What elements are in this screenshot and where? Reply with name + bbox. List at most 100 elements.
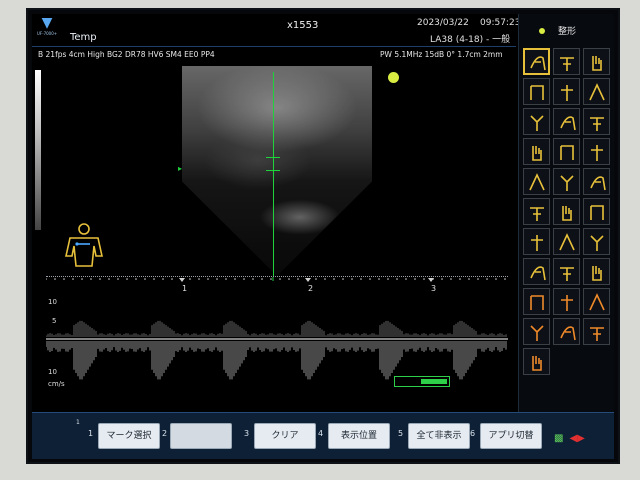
bodymark-cell[interactable] bbox=[553, 78, 580, 105]
velocity-scale-bottom: 10 bbox=[48, 368, 57, 376]
bodymark-cell[interactable] bbox=[553, 318, 580, 345]
bodymark-knee-front-icon bbox=[530, 207, 544, 221]
bodymark-cell[interactable] bbox=[553, 138, 580, 165]
focus-marker-icon: ▸ bbox=[178, 164, 183, 173]
time-tick bbox=[396, 278, 398, 280]
record-status-icon[interactable]: ◀▶ bbox=[569, 433, 584, 444]
app-label: Temp bbox=[70, 32, 97, 43]
bodymark-cell[interactable] bbox=[583, 288, 610, 315]
time-tick bbox=[459, 278, 461, 280]
doppler-cursor-line[interactable] bbox=[273, 72, 274, 277]
bodymark-knee-icon bbox=[590, 176, 606, 191]
softkey-2-button[interactable] bbox=[170, 423, 232, 449]
time-tick bbox=[369, 278, 371, 280]
probe-orientation-marker bbox=[388, 72, 399, 83]
bodymark-hand-grip-icon bbox=[560, 326, 576, 341]
bodymark-cell[interactable] bbox=[583, 198, 610, 225]
grayscale-bar bbox=[35, 70, 41, 230]
bodymark-cell[interactable] bbox=[553, 168, 580, 195]
bodymark-toes-icon bbox=[592, 266, 602, 281]
panel-title: 整形 bbox=[557, 27, 576, 37]
bodymark-hand-icon bbox=[592, 56, 602, 71]
bodymark-cell[interactable] bbox=[583, 78, 610, 105]
bodymark-cell[interactable] bbox=[523, 258, 550, 285]
bodymark-cell[interactable] bbox=[583, 108, 610, 135]
bodymark-cell[interactable] bbox=[523, 48, 550, 75]
time-tick bbox=[99, 278, 101, 280]
time-tick bbox=[234, 278, 236, 280]
bodymark-cell[interactable] bbox=[523, 138, 550, 165]
bodymark-cell[interactable] bbox=[523, 168, 550, 195]
sweep-speed-indicator bbox=[394, 376, 450, 387]
bodymark-cell[interactable] bbox=[523, 348, 550, 375]
bodymark-cell[interactable] bbox=[523, 78, 550, 105]
time-tick bbox=[378, 278, 380, 280]
time-tick bbox=[126, 278, 128, 280]
time-tick bbox=[414, 278, 416, 280]
time-mark-label: 1 bbox=[182, 284, 187, 293]
bodymark-cell[interactable] bbox=[583, 318, 610, 345]
time-tick bbox=[153, 278, 155, 280]
bodymark-cell[interactable] bbox=[523, 318, 550, 345]
time-tick bbox=[504, 278, 506, 280]
bodymark-ankle-icon bbox=[590, 205, 604, 220]
bodymark-shoulder-arm-icon bbox=[560, 57, 574, 71]
time-tick bbox=[387, 278, 389, 280]
time-tick bbox=[423, 278, 425, 280]
bodymark-forearm-side-icon bbox=[560, 145, 574, 160]
bodymark-cell[interactable] bbox=[583, 258, 610, 285]
spectral-doppler: 1 2 3 bbox=[46, 276, 508, 391]
time-tick bbox=[315, 278, 317, 280]
hide-all-button[interactable]: 全て非表示 bbox=[408, 423, 470, 449]
bodymark-hand-spread-icon bbox=[590, 327, 604, 341]
bodymark-shoulder-icon bbox=[530, 56, 546, 71]
bodymark-cell[interactable] bbox=[553, 48, 580, 75]
display-position-button[interactable]: 表示位置 bbox=[328, 423, 390, 449]
bodymark-cell[interactable] bbox=[553, 108, 580, 135]
bmode-parameters: B 21fps 4cm High BG2 DR78 HV6 SM4 EE0 PP… bbox=[38, 50, 215, 59]
bodymark-thigh-icon bbox=[560, 175, 574, 191]
time-tick bbox=[441, 278, 443, 280]
bodymark-cell[interactable] bbox=[553, 258, 580, 285]
sample-volume-gate[interactable] bbox=[266, 157, 280, 171]
bodymark-cell[interactable] bbox=[553, 228, 580, 255]
network-status-icon[interactable]: ▩ bbox=[554, 433, 563, 444]
softkey-5-num: 5 bbox=[398, 429, 404, 438]
time-tick bbox=[144, 278, 146, 280]
bodymark-hand-side-icon bbox=[591, 145, 603, 161]
bodymark-cell[interactable] bbox=[583, 48, 610, 75]
doppler-trace: 1 2 3 bbox=[46, 277, 508, 391]
bodymark-cell[interactable] bbox=[583, 168, 610, 195]
bodymark-cell[interactable] bbox=[523, 198, 550, 225]
patient-id: x1553 bbox=[287, 20, 319, 31]
bodymark-arm-icon bbox=[589, 83, 605, 101]
mark-select-button[interactable]: マーク選択 bbox=[98, 423, 160, 449]
time-tick bbox=[252, 278, 254, 280]
bodymark-cell[interactable] bbox=[553, 198, 580, 225]
time-tick bbox=[207, 278, 209, 280]
time-tick bbox=[216, 278, 218, 280]
bodymark-cell[interactable] bbox=[523, 108, 550, 135]
softkey-2-num: 2 bbox=[162, 429, 168, 438]
bodymark-shoulder-back-icon bbox=[561, 85, 573, 101]
time-tick bbox=[351, 278, 353, 280]
bodymark-cell[interactable] bbox=[523, 228, 550, 255]
bodymark-cell[interactable] bbox=[553, 288, 580, 315]
bodymark-foot-icon bbox=[531, 235, 543, 251]
time-tick bbox=[225, 278, 227, 280]
bodymark-cell[interactable] bbox=[523, 288, 550, 315]
probe-preset: LA38 (4-18) - 一般 bbox=[430, 35, 511, 45]
softkey-bar: 1 1 マーク選択 2 3 クリア 4 表示位置 5 全て非表示 6 アプリ切替… bbox=[32, 412, 614, 459]
bodymark-foot-side-icon bbox=[559, 233, 575, 251]
time-tick bbox=[477, 278, 479, 280]
softkey-3-num: 3 bbox=[244, 429, 250, 438]
bodymark-cell[interactable] bbox=[583, 138, 610, 165]
header-divider bbox=[32, 46, 516, 47]
switch-app-button[interactable]: アプリ切替 bbox=[480, 423, 542, 449]
bmode-image bbox=[182, 66, 372, 276]
clear-button[interactable]: クリア bbox=[254, 423, 316, 449]
softkey-4-num: 4 bbox=[318, 429, 324, 438]
time-tick bbox=[450, 278, 452, 280]
bodymark-cell[interactable] bbox=[583, 228, 610, 255]
time-mark-label: 2 bbox=[308, 284, 313, 293]
